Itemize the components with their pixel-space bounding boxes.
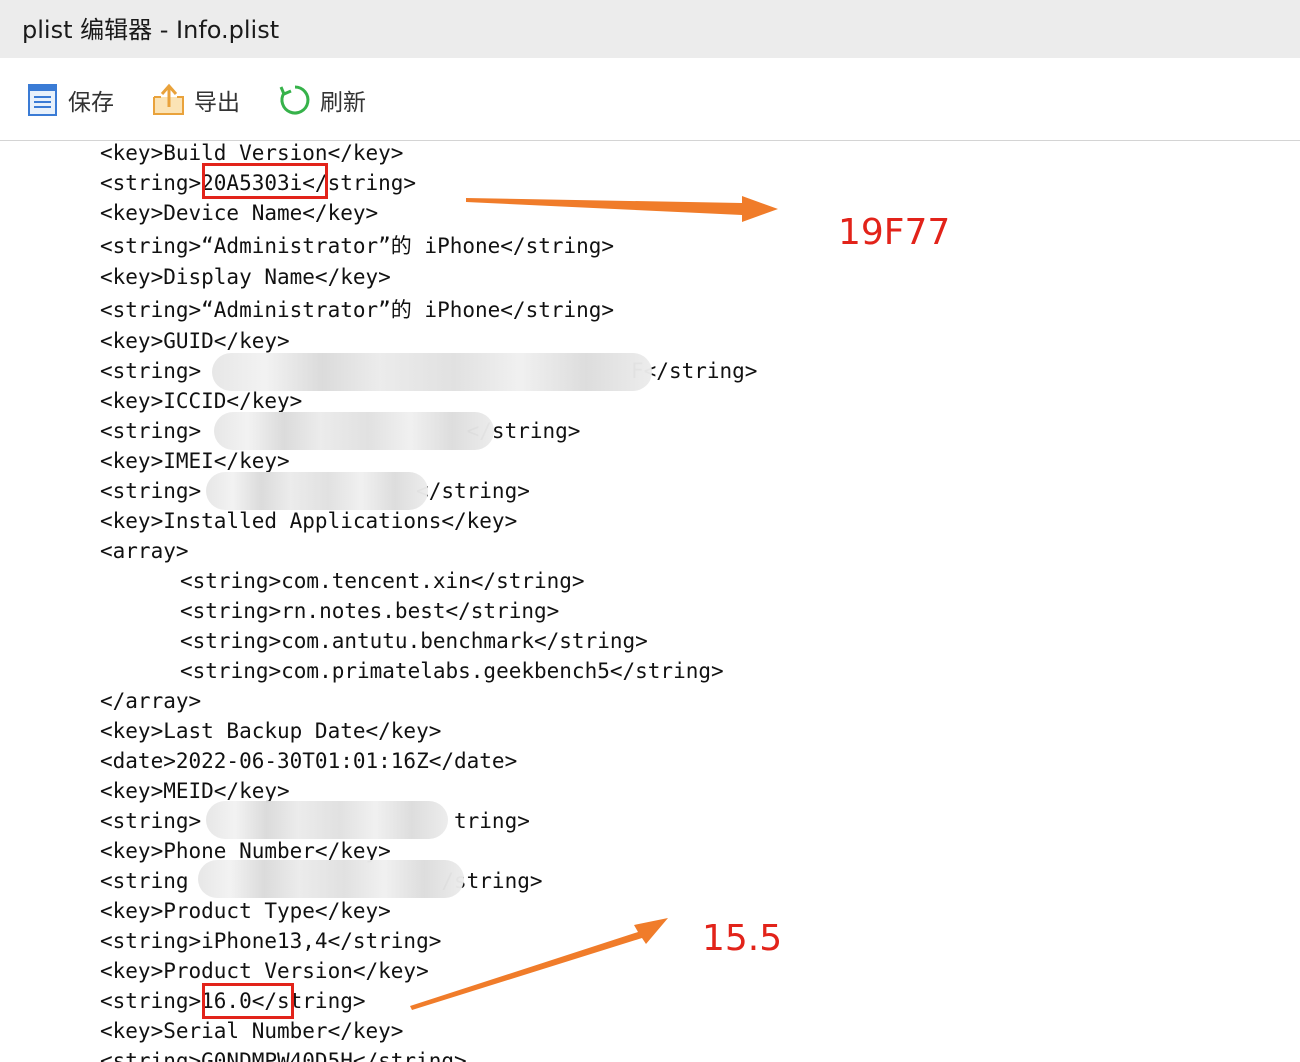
code-line: <string>G0NDMPW40D5H</string> (100, 1049, 467, 1062)
save-icon (28, 84, 57, 116)
code-line: <key>Display Name</key> (100, 265, 391, 289)
code-line: <string>com.tencent.xin</string> (180, 569, 585, 593)
export-label: 导出 (194, 90, 240, 116)
code-line: </array> (100, 689, 202, 713)
redacted-guid (212, 353, 652, 391)
title-bar: plist 编辑器 - Info.plist (0, 0, 1300, 58)
code-line: <key>Serial Number</key> (100, 1019, 404, 1043)
code-line: <key>Last Backup Date</key> (100, 719, 442, 743)
export-icon (153, 83, 184, 115)
refresh-label: 刷新 (320, 90, 366, 116)
code-line: <key>Device Name</key> (100, 201, 379, 225)
toolbar: 保存 导出 刷新 (0, 58, 1300, 141)
code-line: <key>Product Type</key> (100, 899, 391, 923)
save-button[interactable]: 保存 (26, 82, 114, 118)
code-line: <string>com.primatelabs.geekbench5</stri… (180, 659, 724, 683)
window-title: plist 编辑器 - Info.plist (22, 16, 280, 44)
redacted-imei (206, 472, 428, 510)
build-version-highlight (202, 163, 328, 199)
code-line: <string>“Administrator”的 iPhone</string> (100, 298, 615, 322)
refresh-button[interactable]: 刷新 (278, 82, 366, 118)
save-label: 保存 (68, 90, 114, 116)
product-version-annotation: 15.5 (702, 918, 783, 959)
plist-text-editor[interactable]: <key>Build Version</key> <string>20A5303… (0, 141, 1300, 1062)
code-line: <key>Product Version</key> (100, 959, 429, 983)
code-line: <string>iPhone13,4</string> (100, 929, 442, 953)
code-line: <string>“Administrator”的 iPhone</string> (100, 234, 615, 258)
product-version-highlight (202, 983, 294, 1019)
export-button[interactable]: 导出 (152, 82, 240, 118)
code-line: <key>Installed Applications</key> (100, 509, 518, 533)
redacted-phone-number (198, 860, 464, 898)
code-line: <key>GUID</key> (100, 329, 290, 353)
code-line: <string>com.antutu.benchmark</string> (180, 629, 648, 653)
refresh-icon (279, 85, 310, 115)
code-line: <array> (100, 539, 189, 563)
redacted-meid (206, 801, 448, 839)
build-version-annotation: 19F77 (838, 212, 951, 253)
redacted-iccid (214, 412, 494, 450)
code-line: <string>rn.notes.best</string> (180, 599, 560, 623)
code-line: <date>2022-06-30T01:01:16Z</date> (100, 749, 518, 773)
